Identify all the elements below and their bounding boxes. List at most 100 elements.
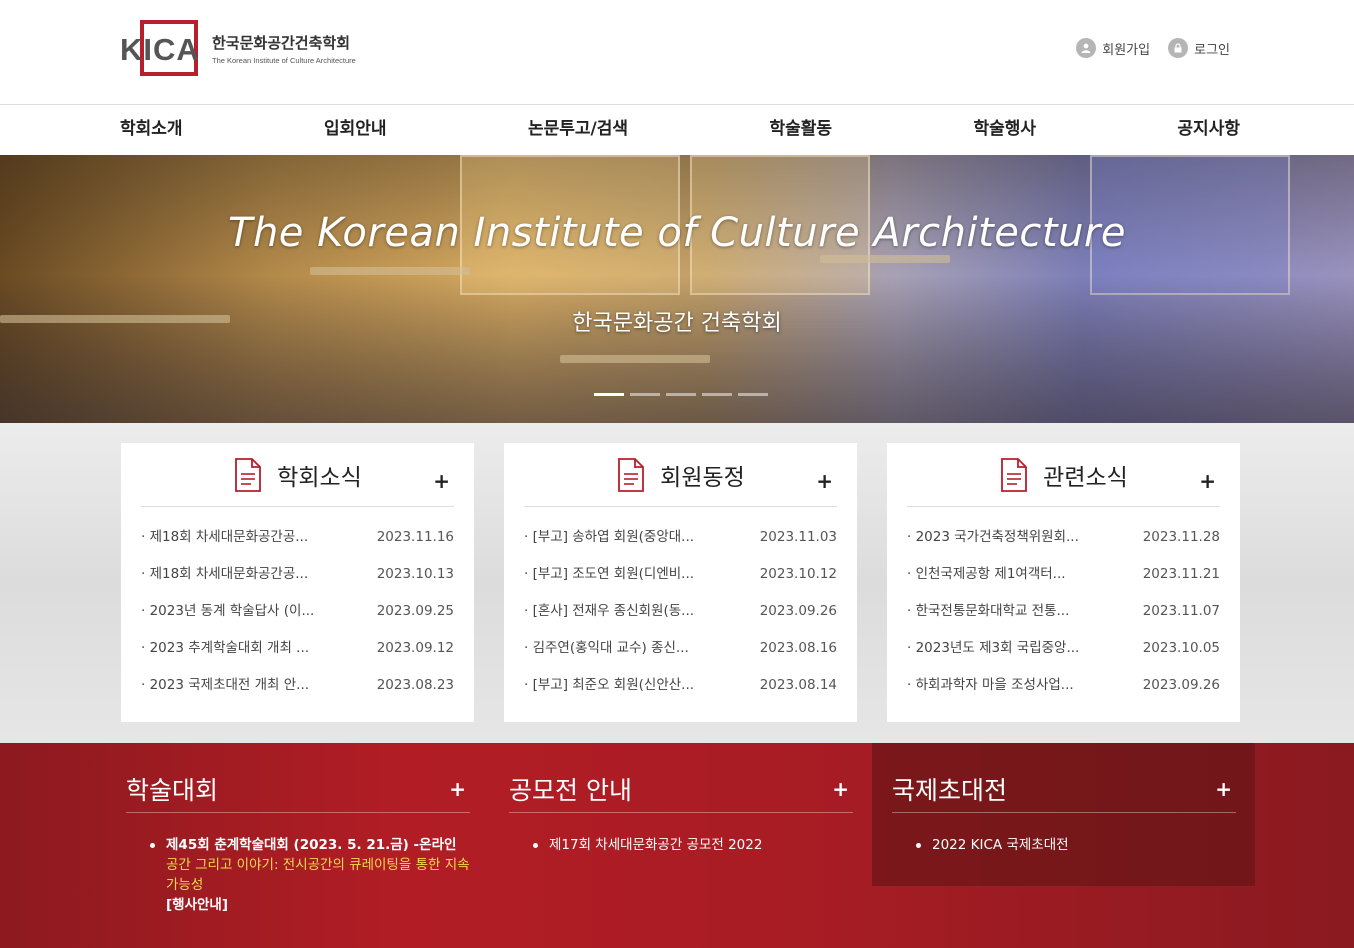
signup-link[interactable]: 회원가입 xyxy=(1076,38,1150,58)
item-title: · 2023년 동계 학술답사 (이... xyxy=(141,603,315,619)
panel-header: 회원동정 + xyxy=(524,443,837,507)
item-date: 2023.09.12 xyxy=(376,640,454,656)
item-date: 2023.11.03 xyxy=(759,529,837,545)
panel-title: 회원동정 xyxy=(616,457,745,492)
list-item[interactable]: · 제18회 차세대문화공간공... 2023.11.16 xyxy=(141,519,454,556)
list-item[interactable]: · 한국전통문화대학교 전통... 2023.11.07 xyxy=(907,593,1220,630)
hero-dot-3[interactable] xyxy=(666,393,696,396)
list-item[interactable]: · [부고] 조도연 회원(디엔비... 2023.10.12 xyxy=(524,556,837,593)
nav-item-about[interactable]: 학회소개 xyxy=(120,106,183,152)
logo-korean-name: 한국문화공간건축학회 xyxy=(212,33,351,52)
item-date: 2023.09.26 xyxy=(759,603,837,619)
conference-more-button[interactable]: + xyxy=(449,777,466,801)
item-date: 2023.10.12 xyxy=(759,566,837,582)
list-item[interactable]: · 인천국제공항 제1여객터... 2023.11.21 xyxy=(907,556,1220,593)
item-title: · 김주연(홍익대 교수) 종신... xyxy=(524,640,689,656)
site-logo[interactable]: KICA 한국문화공간건축학회 The Korean Institute of … xyxy=(120,20,356,76)
hero-dot-2[interactable] xyxy=(630,393,660,396)
login-label: 로그인 xyxy=(1194,42,1230,58)
more-button[interactable]: + xyxy=(1199,471,1216,491)
event-info-link[interactable]: [행사안내] xyxy=(166,897,228,913)
hero-dot-4[interactable] xyxy=(702,393,732,396)
list-item[interactable]: · [부고] 최준오 회원(신안산... 2023.08.14 xyxy=(524,667,837,704)
exhibition-header: 국제초대전 + xyxy=(892,765,1236,813)
item-title: · 제18회 차세대문화공간공... xyxy=(141,529,309,545)
item-date: 2023.09.25 xyxy=(376,603,454,619)
utility-links: 회원가입 로그인 xyxy=(1076,38,1230,58)
item-title: · 한국전통문화대학교 전통... xyxy=(907,603,1070,619)
item-title: · 제18회 차세대문화공간공... xyxy=(141,566,309,582)
hero-banner: The Korean Institute of Culture Architec… xyxy=(0,155,1354,423)
panel-title-text: 관련소식 xyxy=(1043,464,1128,491)
nav-item-membership[interactable]: 입회안내 xyxy=(324,106,387,152)
competition-more-button[interactable]: + xyxy=(832,777,849,801)
hero-dot-1[interactable] xyxy=(594,393,624,396)
item-date: 2023.08.16 xyxy=(759,640,837,656)
logo-text: 한국문화공간건축학회 The Korean Institute of Cultu… xyxy=(212,32,356,65)
exhibition-column: 국제초대전 + 2022 KICA 국제초대전 xyxy=(892,765,1236,855)
item-title: · 인천국제공항 제1여객터... xyxy=(907,566,1066,582)
logo-letters: KICA xyxy=(120,32,200,67)
kica-logo-mark: KICA xyxy=(120,20,200,76)
list-item[interactable]: · 2023년 동계 학술답사 (이... 2023.09.25 xyxy=(141,593,454,630)
panel-title-text: 회원동정 xyxy=(660,464,745,491)
item-title: · 하회과학자 마을 조성사업... xyxy=(907,677,1074,693)
item-date: 2023.09.26 xyxy=(1142,677,1220,693)
nav-item-papers[interactable]: 논문투고/검색 xyxy=(528,106,628,152)
hero-bg-plaza xyxy=(0,273,1354,423)
list-item[interactable]: · 2023 추계학술대회 개최 ... 2023.09.12 xyxy=(141,630,454,667)
item-title: · [부고] 최준오 회원(신안산... xyxy=(524,677,695,693)
list-item[interactable]: · 김주연(홍익대 교수) 종신... 2023.08.16 xyxy=(524,630,837,667)
signup-label: 회원가입 xyxy=(1102,42,1151,58)
hero-title: The Korean Institute of Culture Architec… xyxy=(228,210,1126,256)
exhibition-list: 2022 KICA 국제초대전 xyxy=(892,835,1236,855)
document-icon xyxy=(618,457,645,492)
news-list: · [부고] 송하엽 회원(중앙대... 2023.11.03 · [부고] 조도… xyxy=(524,519,837,704)
list-item[interactable]: · 2023 국가건축정책위원회... 2023.11.28 xyxy=(907,519,1220,556)
hero-dot-5[interactable] xyxy=(738,393,768,396)
competition-column: 공모전 안내 + 제17회 차세대문화공간 공모전 2022 xyxy=(509,765,853,855)
item-title: · 2023 국제초대전 개최 안... xyxy=(141,677,310,693)
item-title: · [부고] 송하엽 회원(중앙대... xyxy=(524,529,695,545)
item-date: 2023.11.21 xyxy=(1142,566,1220,582)
list-item: 제45회 춘계학술대회 (2023. 5. 21.금) -온라인 공간 그리고 … xyxy=(150,835,470,915)
list-item[interactable]: 제17회 차세대문화공간 공모전 2022 xyxy=(533,835,853,855)
hero-bg-bench xyxy=(820,255,950,263)
list-item[interactable]: · [부고] 송하엽 회원(중앙대... 2023.11.03 xyxy=(524,519,837,556)
more-button[interactable]: + xyxy=(816,471,833,491)
more-button[interactable]: + xyxy=(433,471,450,491)
main-nav: 학회소개 입회안내 논문투고/검색 학술활동 학술행사 공지사항 xyxy=(0,106,1354,155)
nav-item-events[interactable]: 학술행사 xyxy=(973,106,1036,152)
user-icon xyxy=(1076,38,1097,58)
list-item[interactable]: · 2023 국제초대전 개최 안... 2023.08.23 xyxy=(141,667,454,704)
nav-item-academic[interactable]: 학술활동 xyxy=(769,106,832,152)
conference-column: 학술대회 + 제45회 춘계학술대회 (2023. 5. 21.금) -온라인 … xyxy=(126,765,470,915)
list-item[interactable]: · 제18회 차세대문화공간공... 2023.10.13 xyxy=(141,556,454,593)
item-title: · 2023년도 제3회 국립중앙... xyxy=(907,640,1080,656)
hero-subtitle: 한국문화공간 건축학회 xyxy=(572,311,782,336)
list-item[interactable]: 2022 KICA 국제초대전 xyxy=(916,835,1236,855)
document-icon xyxy=(1001,457,1028,492)
list-item[interactable]: · 하회과학자 마을 조성사업... 2023.09.26 xyxy=(907,667,1220,704)
panel-related-news: 관련소식 + · 2023 국가건축정책위원회... 2023.11.28 · 인… xyxy=(887,443,1240,722)
nav-item-notices[interactable]: 공지사항 xyxy=(1177,106,1240,152)
news-list: · 2023 국가건축정책위원회... 2023.11.28 · 인천국제공항 제… xyxy=(907,519,1220,704)
logo-english-name: The Korean Institute of Culture Architec… xyxy=(212,55,356,65)
panel-header: 관련소식 + xyxy=(907,443,1220,507)
list-item[interactable]: · 2023년도 제3회 국립중앙... 2023.10.05 xyxy=(907,630,1220,667)
item-date: 2023.08.23 xyxy=(376,677,454,693)
list-item[interactable]: · [혼사] 전재우 종신회원(동... 2023.09.26 xyxy=(524,593,837,630)
item-date: 2023.10.05 xyxy=(1142,640,1220,656)
conference-item-title[interactable]: 제45회 춘계학술대회 (2023. 5. 21.금) -온라인 xyxy=(166,837,456,853)
item-title: · [혼사] 전재우 종신회원(동... xyxy=(524,603,695,619)
exhibition-more-button[interactable]: + xyxy=(1215,777,1232,801)
conference-title: 학술대회 xyxy=(126,775,219,805)
login-link[interactable]: 로그인 xyxy=(1168,38,1230,58)
document-icon xyxy=(235,457,262,492)
item-title: · 2023 국가건축정책위원회... xyxy=(907,529,1079,545)
item-date: 2023.11.07 xyxy=(1142,603,1220,619)
hero-pagination xyxy=(594,393,768,396)
item-date: 2023.11.28 xyxy=(1142,529,1220,545)
conference-header: 학술대회 + xyxy=(126,765,470,813)
conference-item-theme: 공간 그리고 이야기: 전시공간의 큐레이팅을 통한 지속 가능성 xyxy=(166,857,470,893)
